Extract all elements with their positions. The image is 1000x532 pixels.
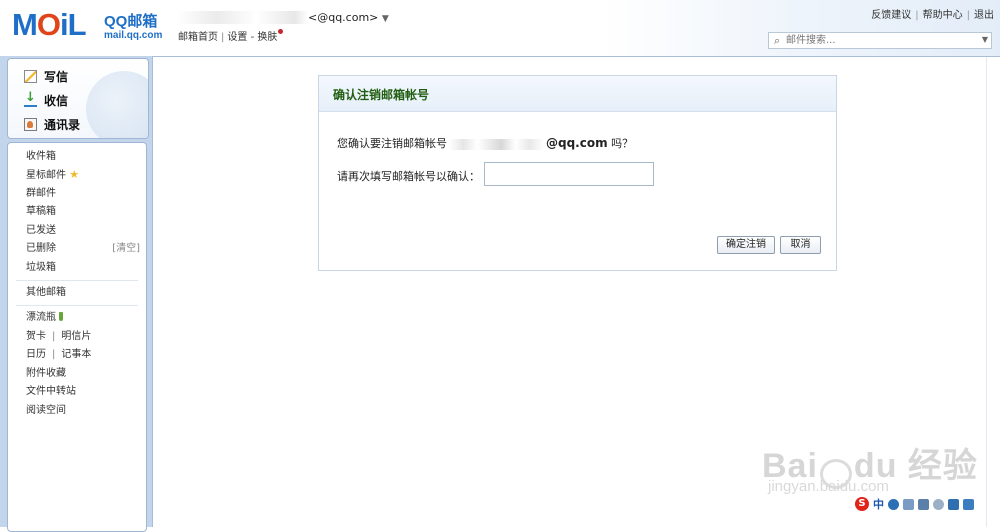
scrollbar-track[interactable]: [986, 57, 987, 527]
folder-list: 收件箱 星标邮件 ★ 群邮件 草稿箱 已发送 已删除 [清空] 垃圾箱 其他邮箱…: [7, 142, 147, 532]
top-links: 反馈建议 | 帮助中心 | 退出: [871, 6, 994, 21]
download-icon: [24, 90, 37, 107]
keyboard-icon[interactable]: [918, 498, 929, 510]
watermark-sub: jingyan.baidu.com: [768, 478, 889, 495]
search-icon[interactable]: ⌕: [774, 34, 780, 48]
postcard-link[interactable]: 明信片: [61, 331, 91, 342]
dialog-header: 确认注销邮箱帐号: [319, 76, 836, 112]
folder-starred-label: 星标邮件: [26, 170, 66, 181]
separator: |: [221, 32, 225, 43]
logo-brand: QQ邮箱: [104, 13, 158, 30]
confirm-cancel-account-button[interactable]: 确定注销: [717, 236, 775, 254]
confirm-account-input[interactable]: [484, 162, 654, 186]
clear-deleted-link[interactable]: [清空]: [112, 242, 140, 256]
qq-penguin-decoration: [86, 71, 148, 138]
separator: |: [915, 10, 919, 21]
baidu-jingyan-watermark: Bai du 经验 jingyan.baidu.com: [762, 438, 978, 495]
new-dot-icon: [278, 29, 284, 34]
nav-home-link[interactable]: 邮箱首页: [178, 32, 218, 43]
calendar-row: 日历 | 记事本: [26, 348, 91, 362]
receive-button[interactable]: 收信: [24, 90, 69, 109]
logo-moil: MOiL: [12, 7, 87, 42]
ime-mode-toggle[interactable]: 中: [873, 496, 884, 512]
receive-label: 收信: [44, 93, 69, 108]
folder-deleted[interactable]: 已删除: [26, 242, 56, 256]
dialog-title: 确认注销邮箱帐号: [333, 88, 430, 102]
cancel-account-dialog: 确认注销邮箱帐号 您确认要注销邮箱帐号 @qq.com 吗？ 请再次填写邮箱帐号以…: [318, 75, 837, 271]
search-dropdown-icon[interactable]: ▼: [982, 35, 988, 44]
contacts-label: 通讯录: [44, 117, 81, 132]
divider: [16, 305, 138, 306]
nav-settings-link[interactable]: 设置: [227, 32, 247, 43]
contact-card-icon: [24, 117, 37, 131]
question-prefix: 您确认要注销邮箱帐号: [337, 137, 447, 150]
ime-toolbar: S 中: [855, 496, 995, 512]
divider: [16, 280, 138, 281]
folder-inbox[interactable]: 收件箱: [26, 150, 56, 164]
account-address: <@qq.com>: [308, 11, 379, 24]
separator: |: [966, 10, 970, 21]
folder-sent[interactable]: 已发送: [26, 224, 56, 238]
folder-other-mailboxes[interactable]: 其他邮箱: [26, 286, 66, 300]
reading-space-link[interactable]: 阅读空间: [26, 404, 66, 418]
header: MOiL QQ邮箱 mail.qq.com xxxxxxxxxx<@qq.com…: [0, 0, 1000, 56]
chevron-down-icon[interactable]: ▼: [382, 14, 389, 24]
account-redacted: [449, 138, 544, 150]
confirm-input-label: 请再次填写邮箱帐号以确认：: [337, 170, 480, 183]
drift-bottle-link[interactable]: 漂流瓶: [26, 311, 63, 325]
moon-icon[interactable]: [888, 498, 899, 510]
user-icon[interactable]: [933, 498, 944, 510]
cancel-button[interactable]: 取消: [780, 236, 821, 254]
folder-trash[interactable]: 垃圾箱: [26, 261, 56, 275]
greeting-card-link[interactable]: 贺卡: [26, 331, 46, 342]
wrench-icon[interactable]: [963, 498, 974, 510]
search-input[interactable]: [786, 33, 966, 48]
feedback-link[interactable]: 反馈建议: [871, 10, 911, 21]
sogou-logo-icon[interactable]: S: [855, 497, 869, 511]
question-domain: @qq.com: [546, 136, 608, 150]
star-icon: ★: [69, 168, 80, 181]
cards-row: 贺卡 | 明信片: [26, 330, 91, 344]
mail-search-box: ⌕ ▼: [768, 32, 992, 49]
separator: |: [52, 349, 56, 360]
account-name-blurred: xxxxxxxxxx: [178, 11, 308, 24]
quick-actions-panel: 写信 收信 通讯录: [7, 58, 149, 139]
account-switcher[interactable]: xxxxxxxxxx<@qq.com> ▼: [178, 11, 389, 24]
compose-button[interactable]: 写信: [24, 67, 68, 85]
contacts-button[interactable]: 通讯录: [24, 115, 80, 133]
compose-label: 写信: [44, 69, 69, 84]
notebook-link[interactable]: 记事本: [61, 349, 91, 360]
confirm-question: 您确认要注销邮箱帐号 @qq.com 吗？: [337, 135, 633, 151]
punctuation-icon[interactable]: [903, 498, 914, 510]
nav-skin-link[interactable]: 换肤: [257, 32, 277, 43]
separator: |: [52, 331, 56, 342]
pencil-icon: [24, 69, 37, 83]
sub-nav: 邮箱首页 | 设置 - 换肤: [178, 28, 284, 43]
folder-starred[interactable]: 星标邮件 ★: [26, 168, 79, 182]
question-suffix: 吗？: [611, 137, 634, 150]
folder-group[interactable]: 群邮件: [26, 187, 56, 201]
help-link[interactable]: 帮助中心: [923, 10, 963, 21]
logout-link[interactable]: 退出: [974, 10, 994, 21]
drift-bottle-label: 漂流瓶: [26, 312, 56, 323]
attachments-link[interactable]: 附件收藏: [26, 367, 66, 381]
folder-drafts[interactable]: 草稿箱: [26, 205, 56, 219]
nav-dash: -: [250, 32, 255, 43]
calendar-link[interactable]: 日历: [26, 349, 46, 360]
skin-icon[interactable]: [948, 498, 959, 510]
bottle-icon: [59, 312, 63, 321]
logo-domain: mail.qq.com: [104, 30, 163, 41]
file-transfer-link[interactable]: 文件中转站: [26, 385, 76, 399]
